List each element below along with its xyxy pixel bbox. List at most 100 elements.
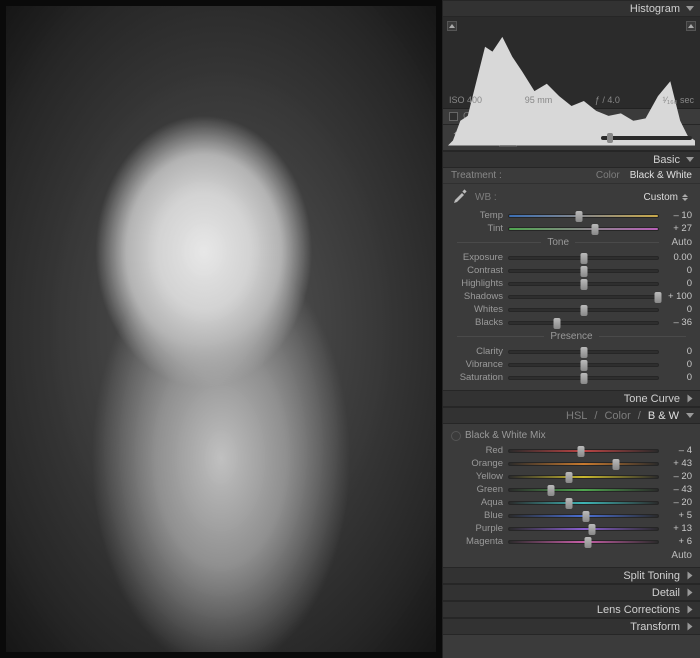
split-toning-header[interactable]: Split Toning bbox=[443, 567, 700, 584]
slider-green[interactable]: Green – 43 bbox=[451, 483, 692, 496]
slider-label: Blue bbox=[451, 510, 503, 521]
slider-track[interactable] bbox=[508, 501, 659, 505]
slider-track[interactable] bbox=[508, 363, 659, 367]
slider-knob[interactable] bbox=[580, 279, 587, 290]
tab-hsl[interactable]: HSL bbox=[566, 410, 587, 422]
slider-track[interactable] bbox=[508, 295, 659, 299]
histogram-title: Histogram bbox=[630, 3, 680, 15]
slider-knob[interactable] bbox=[589, 524, 596, 535]
slider-knob[interactable] bbox=[583, 511, 590, 522]
eyedropper-icon[interactable] bbox=[451, 188, 469, 206]
slider-label: Tint bbox=[451, 223, 503, 234]
slider-value: 0.00 bbox=[664, 252, 692, 263]
slider-value: + 27 bbox=[664, 223, 692, 234]
tool-size-slider[interactable] bbox=[601, 136, 692, 140]
slider-label: Red bbox=[451, 445, 503, 456]
tone-curve-header[interactable]: Tone Curve bbox=[443, 390, 700, 407]
transform-title: Transform bbox=[630, 621, 680, 633]
slider-value: 0 bbox=[664, 359, 692, 370]
slider-track[interactable] bbox=[508, 308, 659, 312]
slider-tint[interactable]: Tint + 27 bbox=[451, 222, 692, 235]
slider-knob[interactable] bbox=[547, 485, 554, 496]
treatment-color[interactable]: Color bbox=[596, 170, 620, 181]
slider-whites[interactable]: Whites 0 bbox=[451, 303, 692, 316]
exif-shutter: ¹⁄₁₆₀ sec bbox=[663, 95, 694, 105]
slider-track[interactable] bbox=[508, 256, 659, 260]
slider-clarity[interactable]: Clarity 0 bbox=[451, 345, 692, 358]
exif-aperture: ƒ / 4.0 bbox=[595, 95, 620, 105]
slider-exposure[interactable]: Exposure 0.00 bbox=[451, 251, 692, 264]
slider-contrast[interactable]: Contrast 0 bbox=[451, 264, 692, 277]
slider-yellow[interactable]: Yellow – 20 bbox=[451, 470, 692, 483]
basic-body: WB : Custom Temp – 10 Tint + 27 Tone Auto… bbox=[443, 184, 700, 390]
slider-track[interactable] bbox=[508, 282, 659, 286]
slider-track[interactable] bbox=[508, 269, 659, 273]
histogram-header[interactable]: Histogram bbox=[443, 0, 700, 17]
slider-track[interactable] bbox=[508, 376, 659, 380]
slider-knob[interactable] bbox=[580, 347, 587, 358]
slider-track[interactable] bbox=[508, 321, 659, 325]
slider-track[interactable] bbox=[508, 350, 659, 354]
slider-track[interactable] bbox=[508, 227, 659, 231]
treatment-bw[interactable]: Black & White bbox=[630, 170, 692, 181]
slider-magenta[interactable]: Magenta + 6 bbox=[451, 535, 692, 548]
slider-knob[interactable] bbox=[580, 266, 587, 277]
slider-knob[interactable] bbox=[584, 537, 591, 548]
bw-mix-body: Black & White Mix Red – 4 Orange + 43 Ye… bbox=[443, 424, 700, 567]
slider-aqua[interactable]: Aqua – 20 bbox=[451, 496, 692, 509]
wb-label: WB : bbox=[475, 192, 497, 203]
slider-label: Yellow bbox=[451, 471, 503, 482]
slider-value: 0 bbox=[664, 278, 692, 289]
slider-shadows[interactable]: Shadows + 100 bbox=[451, 290, 692, 303]
hsl-header[interactable]: HSL/ Color/ B & W bbox=[443, 407, 700, 424]
slider-knob[interactable] bbox=[613, 459, 620, 470]
slider-track[interactable] bbox=[508, 462, 659, 466]
slider-saturation[interactable]: Saturation 0 bbox=[451, 371, 692, 384]
slider-knob[interactable] bbox=[592, 224, 599, 235]
slider-red[interactable]: Red – 4 bbox=[451, 444, 692, 457]
slider-track[interactable] bbox=[508, 514, 659, 518]
slider-label: Aqua bbox=[451, 497, 503, 508]
detail-header[interactable]: Detail bbox=[443, 584, 700, 601]
slider-value: – 43 bbox=[664, 484, 692, 495]
slider-orange[interactable]: Orange + 43 bbox=[451, 457, 692, 470]
slider-knob[interactable] bbox=[580, 360, 587, 371]
slider-knob[interactable] bbox=[580, 373, 587, 384]
lens-corrections-header[interactable]: Lens Corrections bbox=[443, 601, 700, 618]
basic-header[interactable]: Basic bbox=[443, 151, 700, 168]
histogram-display[interactable]: ISO 400 95 mm ƒ / 4.0 ¹⁄₁₆₀ sec bbox=[443, 17, 700, 109]
chevron-down-icon bbox=[688, 572, 693, 580]
wb-select[interactable]: Custom bbox=[640, 192, 692, 203]
slider-highlights[interactable]: Highlights 0 bbox=[451, 277, 692, 290]
slider-track[interactable] bbox=[508, 475, 659, 479]
tab-bw[interactable]: B & W bbox=[648, 410, 679, 422]
slider-knob[interactable] bbox=[565, 498, 572, 509]
slider-knob[interactable] bbox=[577, 446, 584, 457]
group-tone: Tone bbox=[547, 237, 569, 248]
transform-header[interactable]: Transform bbox=[443, 618, 700, 635]
image-preview[interactable] bbox=[0, 0, 442, 658]
slider-track[interactable] bbox=[508, 488, 659, 492]
slider-purple[interactable]: Purple + 13 bbox=[451, 522, 692, 535]
slider-blacks[interactable]: Blacks – 36 bbox=[451, 316, 692, 329]
slider-temp[interactable]: Temp – 10 bbox=[451, 209, 692, 222]
slider-track[interactable] bbox=[508, 214, 659, 218]
auto-tone[interactable]: Auto bbox=[671, 237, 692, 248]
slider-blue[interactable]: Blue + 5 bbox=[451, 509, 692, 522]
slider-track[interactable] bbox=[508, 540, 659, 544]
slider-knob[interactable] bbox=[553, 318, 560, 329]
slider-label: Green bbox=[451, 484, 503, 495]
tab-color[interactable]: Color bbox=[604, 410, 630, 422]
slider-knob[interactable] bbox=[580, 253, 587, 264]
target-adjust-icon[interactable] bbox=[451, 431, 461, 441]
bw-auto[interactable]: Auto bbox=[451, 550, 692, 561]
slider-knob[interactable] bbox=[580, 305, 587, 316]
slider-track[interactable] bbox=[508, 527, 659, 531]
slider-vibrance[interactable]: Vibrance 0 bbox=[451, 358, 692, 371]
slider-track[interactable] bbox=[508, 449, 659, 453]
slider-knob[interactable] bbox=[565, 472, 572, 483]
slider-knob[interactable] bbox=[576, 211, 583, 222]
slider-value: – 20 bbox=[664, 471, 692, 482]
slider-value: – 4 bbox=[664, 445, 692, 456]
slider-knob[interactable] bbox=[655, 292, 662, 303]
